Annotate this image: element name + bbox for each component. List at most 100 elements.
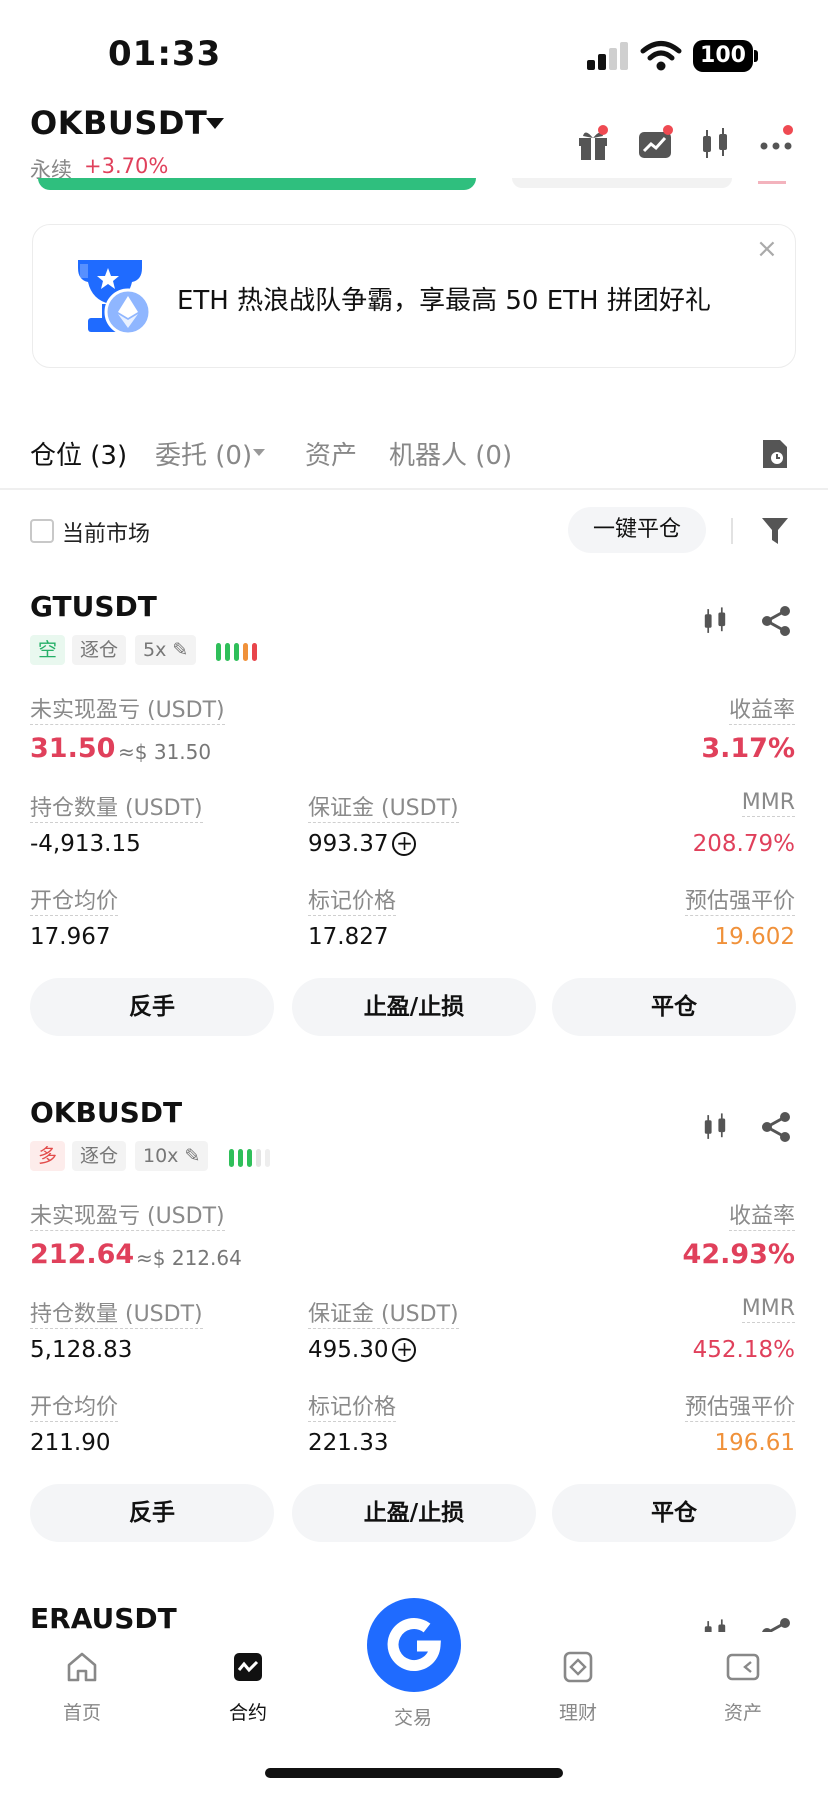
roe-value: 3.17% bbox=[701, 733, 795, 764]
pair-title[interactable]: OKBUSDT bbox=[30, 104, 207, 142]
current-market-checkbox[interactable] bbox=[30, 519, 54, 543]
chevron-down-icon[interactable] bbox=[206, 118, 224, 129]
position-card: GTUSDT 空 逐仓 5x ✎ 未实现盈亏 (USDT) 收益率 31.50 … bbox=[0, 590, 828, 1070]
close-all-button[interactable]: 一键平仓 bbox=[568, 507, 706, 553]
add-margin-icon[interactable]: + bbox=[392, 1338, 417, 1362]
red-dash bbox=[758, 178, 786, 184]
leverage-value: 10x bbox=[143, 1145, 179, 1167]
side-tag: 空 bbox=[30, 635, 66, 665]
risk-meter bbox=[229, 1149, 274, 1167]
notification-dot bbox=[783, 125, 793, 135]
candlestick-icon[interactable] bbox=[698, 1110, 732, 1144]
mark-price-label: 标记价格 bbox=[308, 1395, 397, 1422]
entry-price-label: 开仓均价 bbox=[30, 1395, 119, 1422]
chevron-down-icon[interactable] bbox=[253, 449, 265, 456]
risk-bar bbox=[252, 643, 257, 661]
share-icon[interactable] bbox=[759, 604, 793, 638]
nav-earn[interactable]: 理财 bbox=[523, 1650, 633, 1725]
notification-dot bbox=[663, 125, 673, 135]
leverage-tag[interactable]: 10x ✎ bbox=[135, 1141, 209, 1171]
candlestick-icon[interactable] bbox=[695, 124, 735, 164]
cellular-signal-icon bbox=[587, 42, 628, 70]
nav-label: 理财 bbox=[558, 1702, 597, 1724]
earn-icon bbox=[563, 1651, 593, 1683]
tab-positions[interactable]: 仓位 (3) bbox=[30, 435, 127, 472]
margin-mode-tag: 逐仓 bbox=[72, 1141, 127, 1171]
candlestick-icon[interactable] bbox=[698, 604, 732, 638]
current-market-label[interactable]: 当前市场 bbox=[62, 516, 150, 548]
reverse-button[interactable]: 反手 bbox=[30, 1484, 274, 1542]
margin-value-wrap: 993.37 + bbox=[308, 831, 417, 857]
status-time: 01:33 bbox=[108, 34, 222, 74]
orderbook-bar bbox=[512, 178, 732, 188]
nav-home[interactable]: 首页 bbox=[27, 1650, 137, 1725]
liq-price-label: 预估强平价 bbox=[684, 1395, 795, 1422]
mmr-label: MMR bbox=[741, 1296, 795, 1323]
nav-label: 首页 bbox=[62, 1702, 101, 1724]
position-symbol[interactable]: OKBUSDT bbox=[30, 1096, 182, 1129]
position-symbol[interactable]: ERAUSDT bbox=[30, 1602, 177, 1635]
trade-button[interactable] bbox=[367, 1598, 461, 1692]
entry-price-value: 17.967 bbox=[30, 924, 111, 950]
risk-bar bbox=[265, 1149, 270, 1167]
entry-price-label: 开仓均价 bbox=[30, 889, 119, 916]
banner-text: ETH 热浪战队争霸，享最高 50 ETH 拼团好礼 bbox=[177, 286, 711, 316]
margin-label: 保证金 (USDT) bbox=[308, 1302, 459, 1329]
nav-futures[interactable]: 合约 bbox=[193, 1650, 303, 1725]
mmr-value: 208.79% bbox=[692, 831, 795, 857]
close-position-button[interactable]: 平仓 bbox=[552, 978, 796, 1036]
tpsl-button[interactable]: 止盈/止损 bbox=[292, 1484, 536, 1542]
roe-value: 42.93% bbox=[682, 1239, 795, 1270]
add-margin-icon[interactable]: + bbox=[392, 832, 417, 856]
liq-price-label: 预估强平价 bbox=[684, 889, 795, 916]
risk-bar bbox=[256, 1149, 261, 1167]
tab-assets[interactable]: 资产 bbox=[305, 435, 357, 472]
risk-bar bbox=[243, 643, 248, 661]
tpsl-button[interactable]: 止盈/止损 bbox=[292, 978, 536, 1036]
risk-bar bbox=[234, 643, 239, 661]
risk-bar bbox=[216, 643, 221, 661]
futures-icon bbox=[234, 1653, 262, 1681]
unrealized-pnl-value: 31.50 bbox=[30, 733, 116, 764]
position-symbol[interactable]: GTUSDT bbox=[30, 590, 157, 623]
close-icon[interactable]: × bbox=[756, 234, 778, 264]
risk-meter bbox=[216, 643, 261, 661]
assets-icon bbox=[726, 1653, 760, 1681]
risk-bar bbox=[238, 1149, 243, 1167]
unrealized-pnl-value: 212.64 bbox=[30, 1239, 135, 1270]
mark-price-value: 17.827 bbox=[308, 924, 389, 950]
leverage-value: 5x bbox=[143, 639, 167, 661]
entry-price-value: 211.90 bbox=[30, 1430, 111, 1456]
nav-label[interactable]: 交易 bbox=[394, 1703, 432, 1730]
size-label: 持仓数量 (USDT) bbox=[30, 796, 203, 823]
share-icon[interactable] bbox=[759, 1110, 793, 1144]
margin-value: 495.30 bbox=[308, 1337, 389, 1363]
trade-icon bbox=[387, 1618, 441, 1671]
leverage-tag[interactable]: 5x ✎ bbox=[135, 635, 197, 665]
home-icon bbox=[67, 1652, 97, 1682]
tab-orders[interactable]: 委托 (0) bbox=[155, 435, 252, 472]
price-change: +3.70% bbox=[84, 154, 169, 178]
size-label: 持仓数量 (USDT) bbox=[30, 1302, 203, 1329]
close-position-button[interactable]: 平仓 bbox=[552, 1484, 796, 1542]
nav-label: 合约 bbox=[228, 1702, 267, 1724]
separator bbox=[731, 518, 733, 544]
side-tag: 多 bbox=[30, 1141, 66, 1171]
battery-indicator: 100 bbox=[693, 40, 753, 72]
liq-price-value: 19.602 bbox=[714, 924, 795, 950]
tab-bots[interactable]: 机器人 (0) bbox=[389, 435, 512, 472]
position-card: OKBUSDT 多 逐仓 10x ✎ 未实现盈亏 (USDT) 收益率 212.… bbox=[0, 1096, 828, 1576]
reverse-button[interactable]: 反手 bbox=[30, 978, 274, 1036]
filter-icon[interactable] bbox=[760, 515, 790, 547]
roe-label: 收益率 bbox=[728, 698, 795, 725]
mark-price-label: 标记价格 bbox=[308, 889, 397, 916]
risk-bar bbox=[247, 1149, 252, 1167]
unrealized-pnl-label: 未实现盈亏 (USDT) bbox=[30, 1204, 225, 1231]
nav-assets[interactable]: 资产 bbox=[688, 1650, 798, 1725]
mmr-value: 452.18% bbox=[692, 1337, 795, 1363]
roe-label: 收益率 bbox=[728, 1204, 795, 1231]
tabs-divider bbox=[0, 488, 828, 490]
margin-mode-tag: 逐仓 bbox=[72, 635, 127, 665]
history-document-icon[interactable] bbox=[760, 437, 790, 471]
margin-value: 993.37 bbox=[308, 831, 389, 857]
